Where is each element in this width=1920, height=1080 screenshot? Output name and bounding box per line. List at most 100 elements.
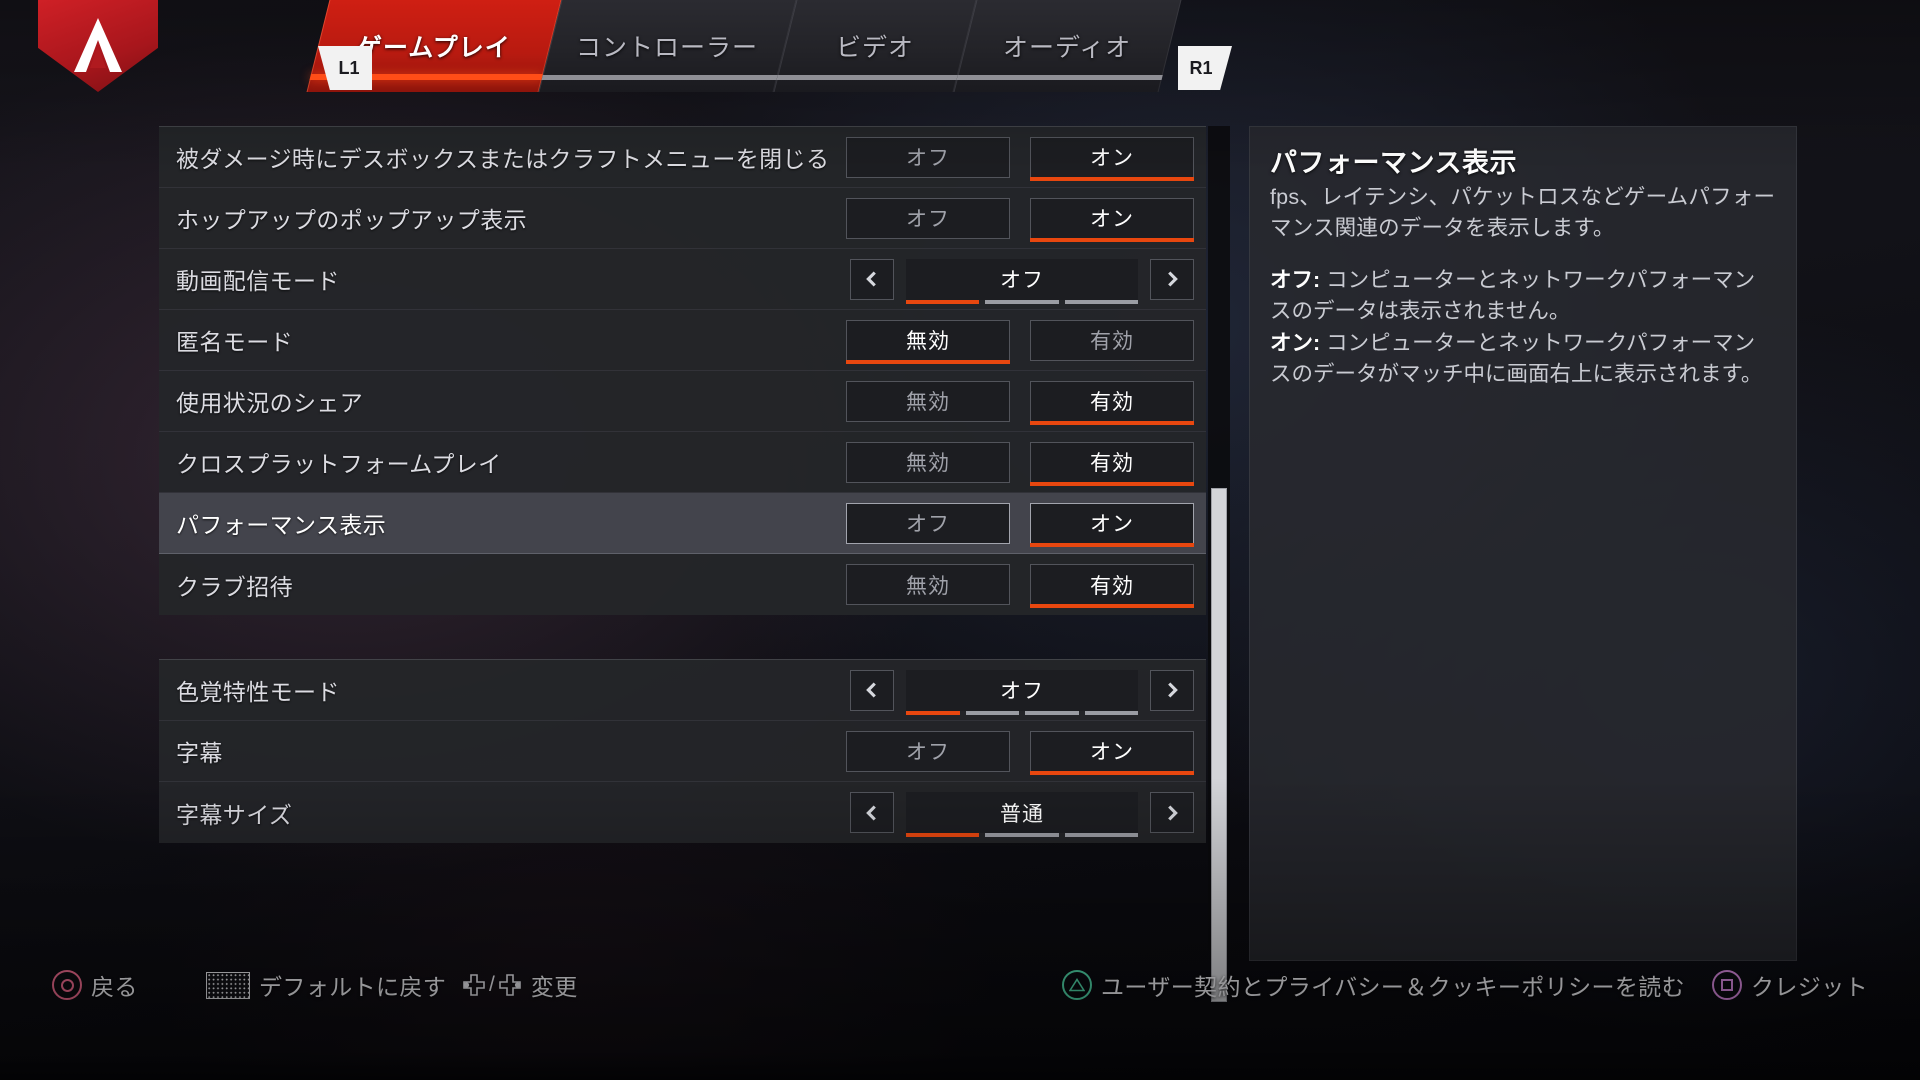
settings-group-accessibility: 色覚特性モード オフ 字幕 オフ オン 字幕サイズ 普通 <box>159 659 1206 843</box>
stepper-next-button[interactable] <box>1150 792 1194 833</box>
settings-row-controls: 無効 有効 <box>846 441 1206 486</box>
bottom-action-bar: 戻る デフォルトに戻す / 変更 ユーザー契約とプライバシー＆クッキーポリシーを… <box>0 962 1920 1080</box>
toggle-option-second[interactable]: オン <box>1030 136 1194 181</box>
stepper-control: 普通 <box>850 792 1194 837</box>
hint-credits-label: クレジット <box>1751 974 1868 1000</box>
stepper-prev-button[interactable] <box>850 258 894 300</box>
hint-back[interactable]: 戻る <box>52 968 138 1002</box>
tab-label: ビデオ <box>835 34 914 62</box>
chevron-right-icon <box>1168 682 1178 698</box>
toggle-option-label: オフ <box>906 741 950 764</box>
stepper-segment <box>906 299 980 304</box>
tab-3[interactable]: オーディオ <box>953 0 1182 92</box>
settings-row[interactable]: ホップアップのポップアップ表示 オフ オン <box>159 188 1206 249</box>
tab-2[interactable]: ビデオ <box>773 0 977 92</box>
hint-change-label: 変更 <box>530 974 578 1000</box>
toggle-option-second[interactable]: 有効 <box>1030 441 1194 486</box>
info-panel-description: fps、レイテンシ、パケットロスなどゲームパフォーマンス関連のデータを表示します… <box>1270 185 1776 240</box>
toggle-option-label: オン <box>1090 208 1134 231</box>
stepper-next-button[interactable] <box>1150 258 1194 300</box>
info-panel-title: パフォーマンス表示 <box>1270 148 1517 178</box>
hint-user-agreement[interactable]: ユーザー契約とプライバシー＆クッキーポリシーを読む <box>1062 968 1685 1002</box>
settings-group-primary: 被ダメージ時にデスボックスまたはクラフトメニューを閉じる オフ オン ホップアップのポ… <box>159 126 1206 615</box>
toggle-option-second[interactable]: 有効 <box>1030 380 1194 425</box>
toggle-option-second[interactable]: 有効 <box>1030 564 1194 608</box>
stepper-prev-button[interactable] <box>850 669 894 711</box>
stepper-segment <box>985 833 1059 837</box>
settings-row[interactable]: 色覚特性モード オフ <box>159 660 1206 721</box>
toggle-option-first[interactable]: オフ <box>846 730 1010 772</box>
info-option-text: コンピューターとネットワークパフォーマンスのデータがマッチ中に画面右上に表示され… <box>1270 331 1763 386</box>
toggle-option-label: オン <box>1090 147 1134 170</box>
settings-row[interactable]: クラブ招待 無効 有効 <box>159 554 1206 615</box>
tab-inner: ビデオ <box>836 28 914 64</box>
hint-back-label: 戻る <box>91 974 138 1000</box>
hint-credits[interactable]: クレジット <box>1712 968 1868 1002</box>
chevron-left-icon <box>866 804 876 821</box>
hint-change[interactable]: / 変更 <box>462 968 578 1002</box>
chevron-right-icon <box>1168 804 1178 821</box>
stepper-next-button[interactable] <box>1150 669 1194 711</box>
toggle-option-second[interactable]: オン <box>1030 197 1194 242</box>
settings-row-label: 色覚特性モード <box>176 679 340 705</box>
toggle-group: オフ オン <box>846 730 1194 775</box>
info-option-line: オフ: コンピューターとネットワークパフォーマンスのデータは表示されません。 <box>1270 265 1776 326</box>
hint-reset-defaults-label: デフォルトに戻す <box>259 974 447 1000</box>
setting-info-panel: パフォーマンス表示 fps、レイテンシ、パケットロスなどゲームパフォーマンス関連… <box>1249 126 1797 961</box>
tab-underline <box>956 75 1163 80</box>
ps-touchpad-icon <box>206 971 250 999</box>
stepper-segment <box>985 299 1059 304</box>
toggle-group: 無効 有効 <box>846 564 1194 608</box>
toggle-option-first[interactable]: 無効 <box>846 380 1010 422</box>
stepper-value: オフ <box>1000 680 1044 703</box>
toggle-option-first[interactable]: オフ <box>846 197 1010 239</box>
toggle-option-first[interactable]: オフ <box>846 136 1010 178</box>
settings-row-controls: オフ オン <box>846 730 1206 775</box>
stepper-prev-button[interactable] <box>850 792 894 833</box>
toggle-option-first[interactable]: オフ <box>846 502 1010 544</box>
toggle-option-label: 有効 <box>1090 391 1134 414</box>
scrollbar-thumb[interactable] <box>1211 488 1227 1002</box>
settings-tabs: ゲームプレイ コントローラー ビデオ オーディオ <box>306 0 1182 92</box>
settings-row[interactable]: クロスプラットフォームプレイ 無効 有効 <box>159 432 1206 493</box>
settings-row-label: 被ダメージ時にデスボックスまたはクラフトメニューを閉じる <box>176 146 830 172</box>
settings-row[interactable]: 被ダメージ時にデスボックスまたはクラフトメニューを閉じる オフ オン <box>159 127 1206 188</box>
tab-1[interactable]: コントローラー <box>538 0 797 92</box>
toggle-option-first[interactable]: 無効 <box>846 564 1010 605</box>
toggle-option-first[interactable]: 無効 <box>846 319 1010 364</box>
settings-row[interactable]: 使用状況のシェア 無効 有効 <box>159 371 1206 432</box>
stepper-value-box[interactable]: オフ <box>906 258 1138 304</box>
settings-row-label: 字幕 <box>176 740 223 766</box>
settings-row-controls: オフ オン <box>846 502 1206 547</box>
settings-scrollbar[interactable] <box>1208 126 1230 1002</box>
triangle-glyph-icon <box>1069 978 1085 992</box>
stepper-control: オフ <box>850 669 1194 715</box>
settings-row[interactable]: パフォーマンス表示 オフ オン <box>159 493 1206 554</box>
toggle-option-second[interactable]: オン <box>1030 502 1194 547</box>
stepper-value-box[interactable]: オフ <box>906 669 1138 715</box>
toggle-option-second[interactable]: オン <box>1030 730 1194 775</box>
stepper-segment-track <box>906 299 1138 304</box>
chevron-right-icon <box>1168 271 1178 287</box>
info-option-key: オフ: <box>1270 268 1327 293</box>
stepper-segment <box>1064 833 1138 837</box>
toggle-group: オフ オン <box>846 136 1194 181</box>
settings-row[interactable]: 動画配信モード オフ <box>159 249 1206 310</box>
hint-reset-defaults[interactable]: デフォルトに戻す <box>206 968 446 1002</box>
tab-inner: コントローラー <box>576 28 758 64</box>
settings-row-label: 字幕サイズ <box>176 801 293 828</box>
tab-underline <box>776 75 958 80</box>
stepper-segment <box>906 833 980 837</box>
settings-row[interactable]: 字幕サイズ 普通 <box>159 782 1206 843</box>
settings-row[interactable]: 字幕 オフ オン <box>159 721 1206 782</box>
toggle-option-first[interactable]: 無効 <box>846 441 1010 483</box>
chevron-left-icon <box>866 682 876 698</box>
apex-logo-icon <box>74 18 122 72</box>
settings-row-controls: 無効 有効 <box>846 380 1206 425</box>
toggle-option-label: オフ <box>906 147 950 170</box>
toggle-option-second[interactable]: 有効 <box>1030 319 1194 361</box>
dpad-left-right-icon: / <box>462 973 522 997</box>
settings-row[interactable]: 匿名モード 無効 有効 <box>159 310 1206 371</box>
stepper-value-box[interactable]: 普通 <box>906 792 1138 837</box>
ps-square-button-icon <box>1712 970 1742 1000</box>
